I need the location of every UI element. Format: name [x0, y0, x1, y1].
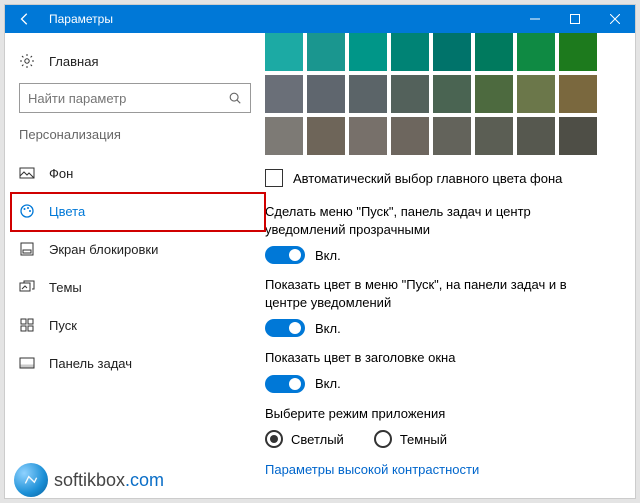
- titlebar: Параметры: [5, 5, 635, 33]
- color-swatch[interactable]: [265, 75, 303, 113]
- sidebar-item-start[interactable]: Пуск: [5, 306, 265, 344]
- color-swatch[interactable]: [475, 75, 513, 113]
- sidebar-item-label: Цвета: [49, 204, 85, 219]
- window-title: Параметры: [45, 12, 515, 26]
- sidebar: Главная Персонализация Фон: [5, 33, 265, 498]
- color-swatch[interactable]: [307, 117, 345, 155]
- palette-icon: [19, 203, 35, 219]
- app-mode-light[interactable]: Светлый: [265, 430, 344, 448]
- color-swatch[interactable]: [391, 33, 429, 71]
- radio-icon: [265, 430, 283, 448]
- app-mode-dark-label: Темный: [400, 432, 447, 447]
- show-color-start-state: Вкл.: [315, 321, 341, 336]
- sidebar-item-taskbar[interactable]: Панель задач: [5, 344, 265, 382]
- color-swatch[interactable]: [391, 117, 429, 155]
- taskbar-icon: [19, 355, 35, 371]
- color-swatch[interactable]: [265, 117, 303, 155]
- maximize-button[interactable]: [555, 5, 595, 33]
- show-color-start-label: Показать цвет в меню "Пуск", на панели з…: [265, 276, 627, 311]
- color-swatch[interactable]: [475, 117, 513, 155]
- watermark-domain: .com: [125, 470, 164, 490]
- sidebar-home[interactable]: Главная: [5, 45, 265, 77]
- color-swatch[interactable]: [433, 117, 471, 155]
- auto-color-checkbox[interactable]: [265, 169, 283, 187]
- sidebar-item-label: Темы: [49, 280, 82, 295]
- close-button[interactable]: [595, 5, 635, 33]
- high-contrast-link[interactable]: Параметры высокой контрастности: [265, 462, 627, 477]
- logo-icon: [14, 463, 48, 497]
- color-swatch[interactable]: [517, 75, 555, 113]
- app-mode-dark[interactable]: Темный: [374, 430, 447, 448]
- color-swatch[interactable]: [475, 33, 513, 71]
- transparency-label: Сделать меню "Пуск", панель задач и цент…: [265, 203, 627, 238]
- themes-icon: [19, 279, 35, 295]
- sidebar-home-label: Главная: [49, 54, 98, 69]
- picture-icon: [19, 165, 35, 181]
- settings-window: Параметры Главная: [4, 4, 636, 499]
- minimize-button[interactable]: [515, 5, 555, 33]
- radio-icon: [374, 430, 392, 448]
- color-swatch[interactable]: [517, 117, 555, 155]
- watermark-text: softikbox: [54, 470, 125, 490]
- sidebar-item-background[interactable]: Фон: [5, 154, 265, 192]
- color-swatch[interactable]: [265, 33, 303, 71]
- color-swatch[interactable]: [517, 33, 555, 71]
- sidebar-item-label: Панель задач: [49, 356, 132, 371]
- search-input-wrapper[interactable]: [19, 83, 251, 113]
- show-color-title-label: Показать цвет в заголовке окна: [265, 349, 627, 367]
- sidebar-item-label: Экран блокировки: [49, 242, 158, 257]
- close-icon: [610, 14, 620, 24]
- back-button[interactable]: [5, 5, 45, 33]
- transparency-state: Вкл.: [315, 248, 341, 263]
- auto-color-row[interactable]: Автоматический выбор главного цвета фона: [265, 169, 627, 187]
- search-icon: [228, 91, 242, 105]
- start-icon: [19, 317, 35, 333]
- arrow-left-icon: [18, 12, 32, 26]
- color-swatch[interactable]: [307, 33, 345, 71]
- lockscreen-icon: [19, 241, 35, 257]
- watermark: softikbox.com: [14, 463, 164, 497]
- color-swatch[interactable]: [391, 75, 429, 113]
- sidebar-item-label: Пуск: [49, 318, 77, 333]
- color-swatch[interactable]: [559, 33, 597, 71]
- sidebar-item-themes[interactable]: Темы: [5, 268, 265, 306]
- app-mode-light-label: Светлый: [291, 432, 344, 447]
- color-palette: [265, 33, 627, 155]
- show-color-title-state: Вкл.: [315, 376, 341, 391]
- color-swatch[interactable]: [433, 75, 471, 113]
- color-swatch[interactable]: [559, 117, 597, 155]
- sidebar-section-title: Персонализация: [5, 127, 265, 154]
- search-input[interactable]: [28, 91, 228, 106]
- sidebar-item-label: Фон: [49, 166, 73, 181]
- color-swatch[interactable]: [349, 117, 387, 155]
- app-mode-label: Выберите режим приложения: [265, 405, 627, 423]
- color-swatch[interactable]: [349, 33, 387, 71]
- auto-color-label: Автоматический выбор главного цвета фона: [293, 171, 562, 186]
- color-swatch[interactable]: [307, 75, 345, 113]
- transparency-toggle[interactable]: [265, 246, 305, 264]
- maximize-icon: [570, 14, 580, 24]
- show-color-title-toggle[interactable]: [265, 375, 305, 393]
- show-color-start-toggle[interactable]: [265, 319, 305, 337]
- content-pane: Автоматический выбор главного цвета фона…: [265, 33, 635, 498]
- color-swatch[interactable]: [433, 33, 471, 71]
- color-swatch[interactable]: [559, 75, 597, 113]
- color-swatch[interactable]: [349, 75, 387, 113]
- sidebar-item-colors[interactable]: Цвета: [5, 192, 265, 230]
- minimize-icon: [530, 14, 540, 24]
- gear-icon: [19, 53, 35, 69]
- sidebar-item-lockscreen[interactable]: Экран блокировки: [5, 230, 265, 268]
